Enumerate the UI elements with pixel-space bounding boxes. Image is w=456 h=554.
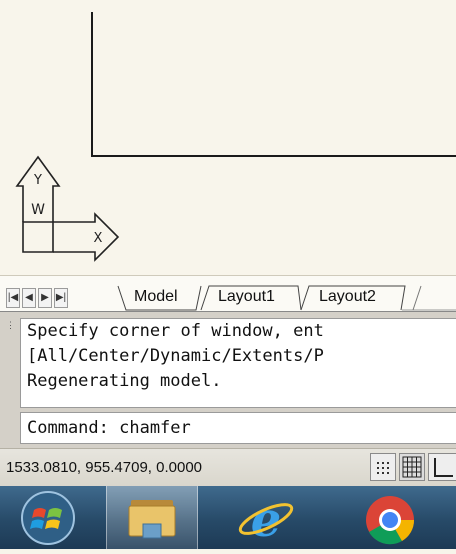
file-explorer-icon <box>128 500 176 539</box>
windows-start-icon <box>21 491 75 545</box>
ucs-y-label: Y <box>33 173 42 188</box>
command-line-input[interactable]: Command: chamfer <box>20 412 456 444</box>
file-explorer-button[interactable] <box>106 486 198 549</box>
drawn-rectangle[interactable] <box>91 12 456 157</box>
grid-display-icon <box>402 456 422 478</box>
tab-layout1[interactable]: Layout1 <box>218 284 275 310</box>
ucs-w-label: W <box>31 202 45 218</box>
first-tab-icon: |◀ <box>7 292 19 303</box>
chrome-icon <box>366 496 415 545</box>
start-button[interactable] <box>4 486 88 549</box>
tab-model[interactable]: Model <box>134 284 178 310</box>
drawing-area[interactable]: Y W X <box>0 0 456 275</box>
ucs-x-label: X <box>94 231 103 246</box>
first-tab-button[interactable]: |◀ <box>6 288 20 308</box>
previous-tab-icon: ◀ <box>25 292 33 303</box>
grip-icon[interactable]: ⋮ <box>6 320 16 330</box>
last-tab-icon: ▶| <box>55 292 67 303</box>
snap-mode-icon <box>377 462 389 474</box>
next-tab-icon: ▶ <box>41 292 49 303</box>
previous-tab-button[interactable]: ◀ <box>22 288 36 308</box>
history-line: Regenerating model. <box>27 371 222 391</box>
internet-explorer-icon: e <box>238 492 294 548</box>
chrome-button[interactable] <box>350 486 430 549</box>
internet-explorer-button[interactable]: e <box>226 486 306 549</box>
drawing-svg: Y W X <box>15 12 456 262</box>
next-tab-button[interactable]: ▶ <box>38 288 52 308</box>
history-line: Specify corner of window, ent <box>27 321 324 341</box>
command-window: ⋮ Specify corner of window, ent [All/Cen… <box>0 311 456 449</box>
grid-display-button[interactable] <box>399 453 425 481</box>
windows-taskbar: e <box>0 486 456 549</box>
svg-text:e: e <box>251 492 282 548</box>
last-tab-button[interactable]: ▶| <box>54 288 68 308</box>
status-bar: 1533.0810, 955.4709, 0.0000 <box>0 448 456 487</box>
command-history[interactable]: Specify corner of window, ent [All/Cente… <box>20 318 456 408</box>
snap-mode-button[interactable] <box>370 453 396 481</box>
layout-tab-bar: |◀ ◀ ▶ ▶| Model Layout1 Layout2 <box>0 275 456 312</box>
tab-layout2[interactable]: Layout2 <box>319 284 376 310</box>
ortho-mode-icon <box>434 458 453 477</box>
ortho-mode-button[interactable] <box>428 453 456 481</box>
coordinate-readout[interactable]: 1533.0810, 955.4709, 0.0000 <box>6 449 202 487</box>
history-line: [All/Center/Dynamic/Extents/P <box>27 346 324 366</box>
